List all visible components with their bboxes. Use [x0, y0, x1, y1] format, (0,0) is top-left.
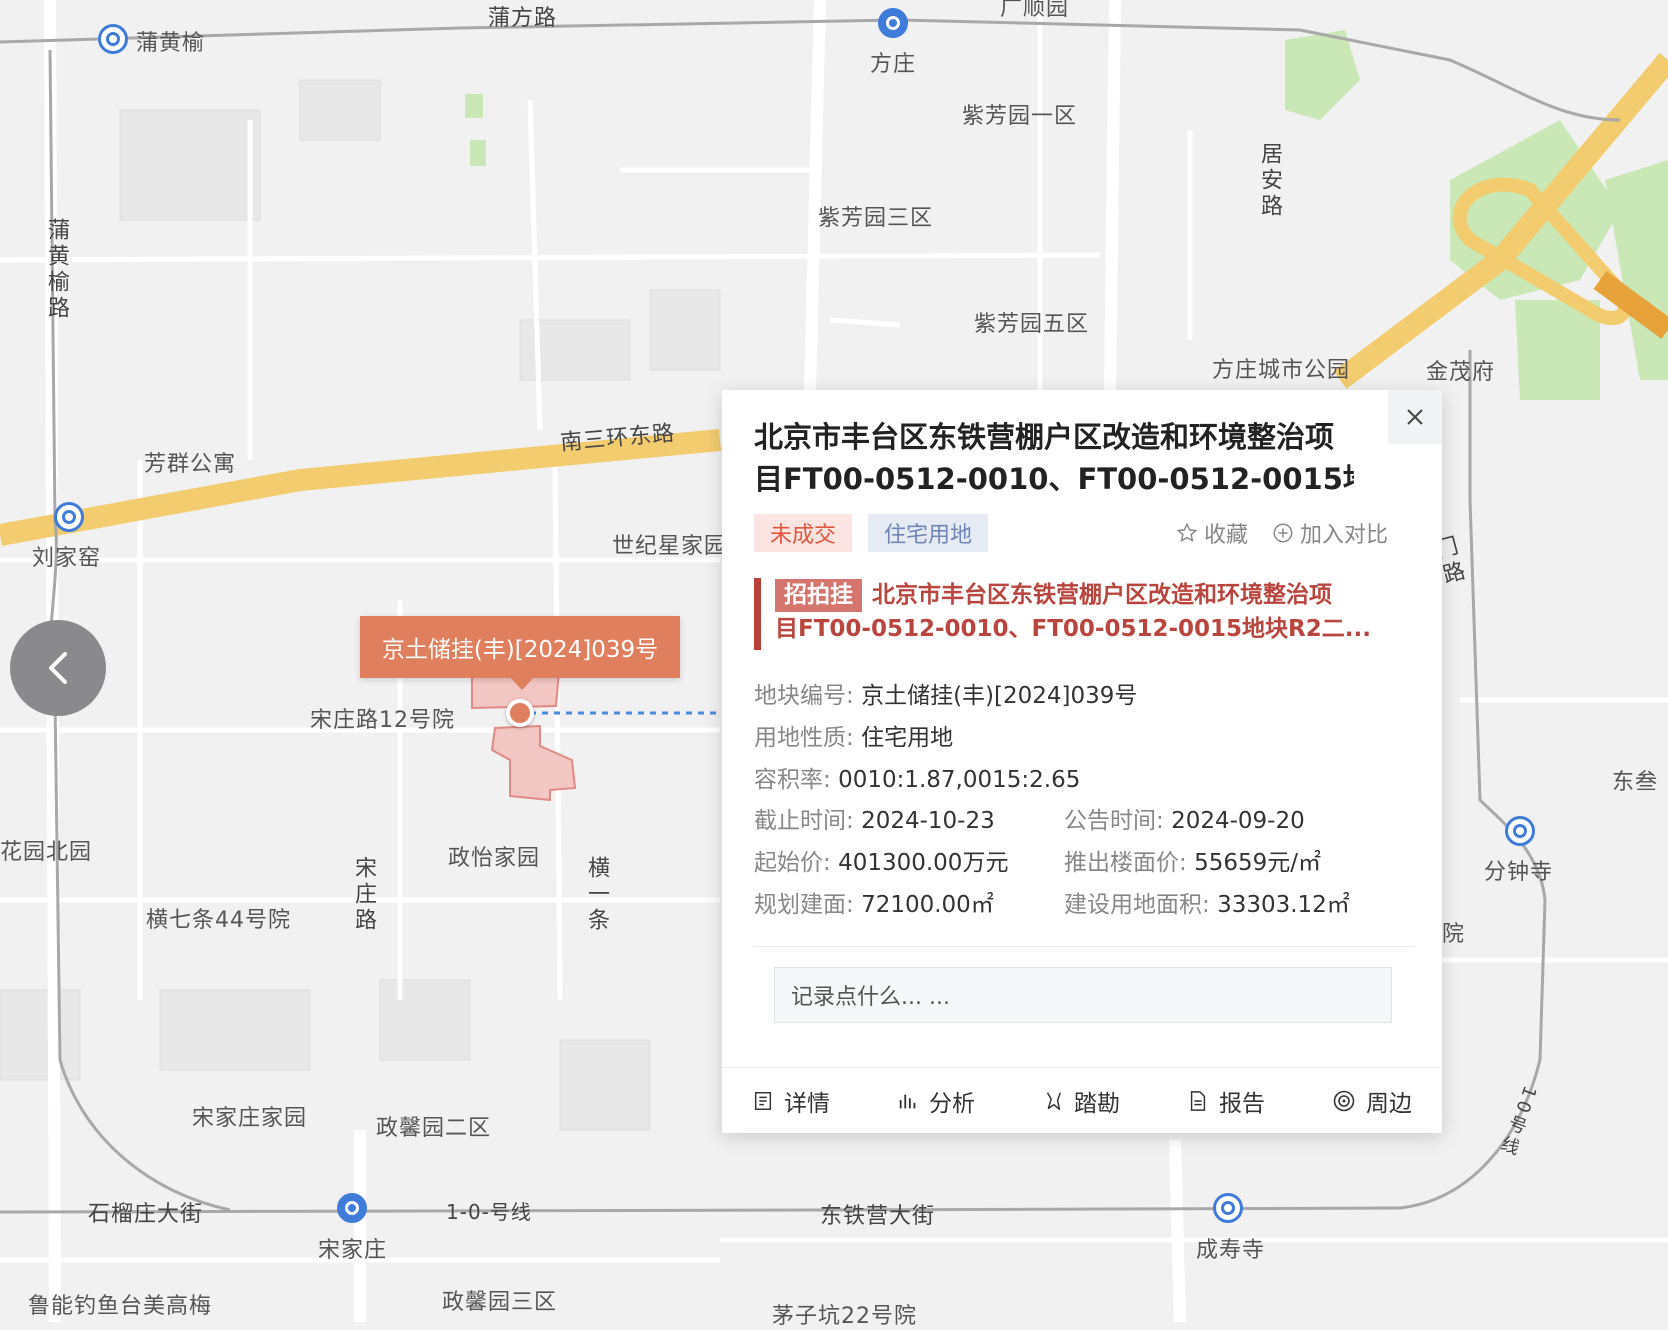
status-badge: 未成交 — [754, 514, 853, 552]
start-price: 401300.00万元 — [838, 850, 1009, 876]
survey-button[interactable]: 踏勘 — [1042, 1084, 1120, 1118]
map-label: 蒲黄榆路 — [44, 218, 69, 322]
map-label: 蒲方路 — [488, 6, 558, 31]
map-label: 1-0-号线 — [446, 1200, 532, 1224]
nearby-label: 周边 — [1366, 1090, 1412, 1117]
map-label: 宋庄路12号院 — [310, 708, 455, 733]
announce-date: 2024-09-20 — [1171, 808, 1305, 834]
compare-label: 加入对比 — [1299, 523, 1388, 548]
field-label: 公告时间: — [1064, 808, 1164, 834]
map-label: 宋家庄家园 — [192, 1106, 308, 1131]
metro-station-icon[interactable] — [1505, 816, 1535, 846]
back-button[interactable] — [10, 620, 106, 716]
detail-button[interactable]: 详情 — [752, 1084, 830, 1118]
metro-station-icon[interactable] — [337, 1193, 367, 1223]
section-line-2: 目FT00-0512-0010、FT00-0512-0015地块R2二... — [775, 616, 1371, 642]
map-label: 广顺园 — [1000, 0, 1070, 21]
field-label: 截止时间: — [754, 808, 854, 834]
field-label: 起始价: — [754, 850, 831, 876]
favorite-button[interactable]: 收藏 — [1176, 517, 1248, 549]
map-label: 分钟寺 — [1484, 860, 1554, 885]
field-label: 规划建面: — [754, 892, 854, 918]
metro-station-icon[interactable] — [54, 502, 84, 532]
field-label: 建设用地面积: — [1064, 892, 1210, 918]
map-label: 宋庄路 — [351, 856, 376, 934]
analysis-label: 分析 — [929, 1090, 975, 1117]
land-use: 住宅用地 — [861, 725, 954, 751]
section-line-1: 北京市丰台区东铁营棚户区改造和环境整治项 — [872, 582, 1332, 608]
map-label: 居安路 — [1257, 142, 1282, 220]
land-type-badge: 住宅用地 — [868, 514, 989, 552]
title-line-1: 北京市丰台区东铁营棚户区改造和环境整治项 — [754, 420, 1335, 454]
map-label: 政怡家园 — [448, 846, 541, 871]
plus-circle-icon — [1273, 523, 1293, 543]
map-label: 芳群公寓 — [144, 452, 237, 477]
map-label: 宋家庄 — [318, 1238, 388, 1263]
map-label: 政馨园二区 — [376, 1116, 492, 1141]
report-button[interactable]: 报告 — [1187, 1084, 1265, 1118]
transaction-type-badge: 招拍挂 — [775, 579, 862, 612]
map-label: 横七条44号院 — [146, 908, 291, 933]
field-label: 推出楼面价: — [1064, 850, 1187, 876]
map-label: 东叁 — [1612, 770, 1659, 795]
compare-button[interactable]: 加入对比 — [1272, 517, 1388, 549]
map-label: 政馨园三区 — [442, 1290, 558, 1315]
title-line-2: 目FT00-0512-0010、FT00-0512-0015地... — [754, 462, 1354, 496]
detail-label: 详情 — [784, 1090, 830, 1117]
analysis-button[interactable]: 分析 — [897, 1084, 975, 1118]
star-icon — [1176, 522, 1198, 543]
footprint-icon — [1046, 1091, 1062, 1110]
page-title: 北京市丰台区东铁营棚户区改造和环境整治项 目FT00-0512-0010、FT0… — [754, 416, 1354, 500]
document-list-icon — [754, 1091, 772, 1110]
report-icon — [1190, 1090, 1206, 1111]
chevron-left-icon — [49, 652, 67, 684]
map-label: 鲁能钓鱼台美高梅 — [28, 1294, 213, 1319]
map-label: 方庄城市公园 — [1212, 358, 1351, 383]
metro-station-icon[interactable] — [878, 8, 908, 38]
map-label: 茅子坑22号院 — [772, 1304, 917, 1329]
map-label: 方庄 — [870, 52, 917, 77]
map-label: 花园北园 — [0, 840, 93, 865]
bottom-toolbar: 详情 分析 踏勘 报告 周边 — [722, 1067, 1442, 1133]
map-label: 刘家窑 — [32, 546, 102, 571]
deadline: 2024-10-23 — [861, 808, 995, 834]
map-label: 石榴庄大街 — [88, 1202, 204, 1227]
parcel-info-popup: 北京市丰台区东铁营棚户区改造和环境整治项 目FT00-0512-0010、FT0… — [722, 390, 1442, 1133]
target-icon — [1333, 1090, 1355, 1111]
floor-price: 55659元/㎡ — [1194, 850, 1321, 876]
floor-area-ratio: 0010:1.87,0015:2.65 — [838, 767, 1081, 793]
field-label: 用地性质: — [754, 725, 854, 751]
map-label: 蒲黄榆 — [136, 31, 206, 56]
note-input[interactable]: 记录点什么... ... — [774, 967, 1392, 1023]
metro-station-icon[interactable] — [98, 24, 128, 54]
map-label: 金茂府 — [1426, 360, 1496, 385]
map-label: 成寿寺 — [1196, 1238, 1266, 1263]
map-label: 院 — [1442, 922, 1466, 947]
planned-area: 72100.00㎡ — [861, 892, 994, 918]
report-label: 报告 — [1219, 1090, 1265, 1117]
map-label: 紫芳园一区 — [962, 104, 1078, 129]
map-label: 紫芳园三区 — [818, 206, 934, 231]
divider — [754, 946, 1414, 947]
nearby-button[interactable]: 周边 — [1332, 1084, 1412, 1118]
map-label: 东铁营大街 — [820, 1204, 936, 1229]
map-label: 横一条 — [584, 856, 609, 934]
map-label: 紫芳园五区 — [974, 312, 1090, 337]
survey-label: 踏勘 — [1074, 1090, 1120, 1117]
parcel-number: 京土储挂(丰)[2024]039号 — [861, 683, 1138, 709]
field-label: 地块编号: — [754, 683, 854, 709]
transaction-section: 招拍挂 北京市丰台区东铁营棚户区改造和环境整治项 目FT00-0512-0010、… — [754, 578, 1404, 650]
field-label: 容积率: — [754, 767, 831, 793]
land-area: 33303.12㎡ — [1217, 892, 1350, 918]
map-label: 世纪星家园 — [612, 534, 728, 559]
close-icon — [1407, 409, 1423, 425]
metro-station-icon[interactable] — [1213, 1193, 1243, 1223]
favorite-label: 收藏 — [1203, 523, 1248, 548]
location-pin-icon[interactable] — [506, 699, 534, 727]
close-button[interactable] — [1388, 390, 1442, 444]
bar-chart-icon — [899, 1094, 916, 1108]
parcel-marker-label[interactable]: 京土储挂(丰)[2024]039号 — [360, 616, 680, 690]
